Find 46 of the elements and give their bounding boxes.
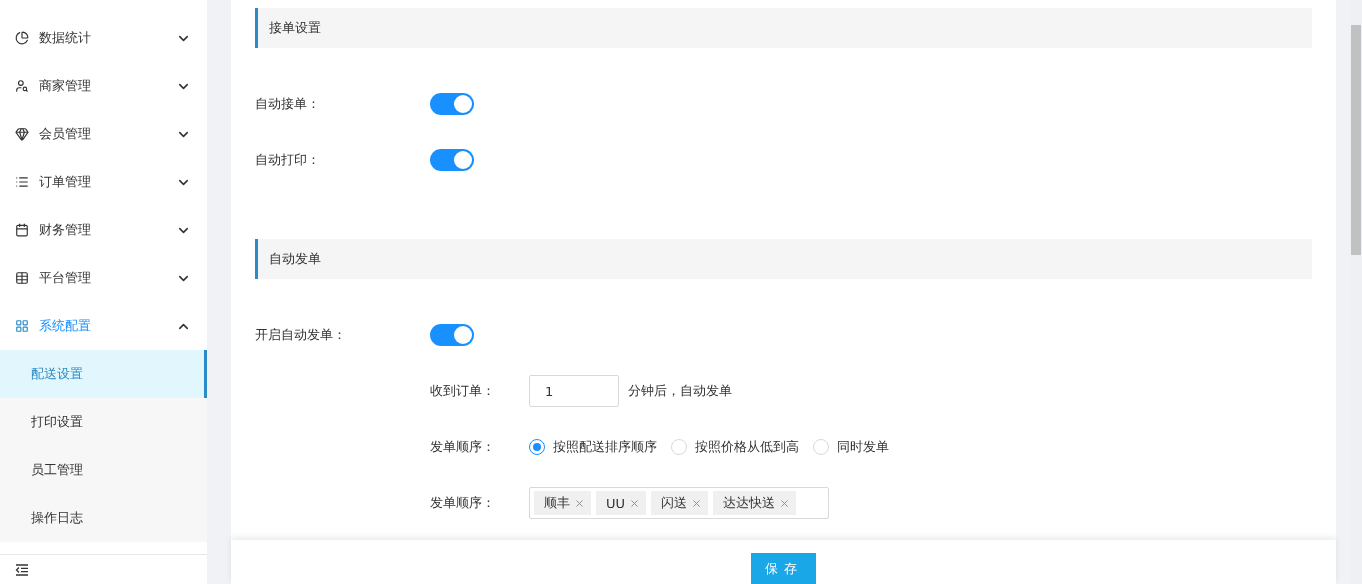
calendar-icon [15, 223, 29, 237]
list-icon [15, 175, 29, 189]
radio-label: 按照价格从低到高 [695, 438, 799, 456]
radio-option[interactable]: 按照配送排序顺序 [529, 438, 657, 456]
table-icon [15, 271, 29, 285]
radio-label: 按照配送排序顺序 [553, 438, 657, 456]
close-icon[interactable] [691, 497, 703, 509]
submenu-item[interactable]: 配送设置 [0, 350, 207, 398]
section-header: 接单设置 [255, 8, 1312, 48]
close-icon[interactable] [629, 497, 641, 509]
sidebar-item[interactable]: 财务管理 [0, 206, 207, 254]
pie-chart-icon [15, 31, 29, 45]
field-label: 收到订单： [430, 382, 496, 400]
field-label: 发单顺序： [430, 438, 496, 456]
radio-option[interactable]: 同时发单 [813, 438, 889, 456]
gem-icon [15, 127, 29, 141]
close-icon[interactable] [779, 497, 791, 509]
sidebar-item[interactable]: 订单管理 [0, 158, 207, 206]
field-label: 自动打印： [255, 151, 321, 169]
tag: UU [596, 491, 647, 515]
tag: 达达快送 [713, 491, 797, 515]
radio-option[interactable]: 按照价格从低到高 [671, 438, 799, 456]
sidebar-item[interactable]: 商家管理 [0, 62, 207, 110]
tag: 闪送 [651, 491, 709, 515]
close-icon[interactable] [574, 497, 585, 509]
toggle-switch[interactable] [430, 93, 474, 115]
submenu-item[interactable]: 员工管理 [0, 446, 207, 494]
user-search-icon [15, 79, 29, 93]
field-suffix: 分钟后，自动发单 [628, 382, 732, 400]
toggle-switch[interactable] [430, 149, 474, 171]
sidebar-item[interactable]: 平台管理 [0, 254, 207, 302]
field-label: 开启自动发单： [255, 326, 347, 344]
field-label: 自动接单： [255, 95, 321, 113]
submenu-item[interactable]: 打印设置 [0, 398, 207, 446]
collapse-icon[interactable] [15, 563, 29, 576]
tag-select-field[interactable]: 顺丰 UU 闪送 达达快送 [529, 487, 829, 519]
toggle-switch[interactable] [430, 324, 474, 346]
grid-icon [15, 319, 29, 333]
number-field[interactable]: 1 [529, 375, 619, 407]
section-header: 自动发单 [255, 239, 1312, 279]
submenu-item[interactable]: 操作日志 [0, 494, 207, 542]
tag: 顺丰 [534, 491, 591, 515]
sidebar-item[interactable]: 数据统计 [0, 14, 207, 62]
radio-label: 同时发单 [837, 438, 889, 456]
field-label: 发单顺序： [430, 494, 496, 512]
sidebar-item[interactable]: 会员管理 [0, 110, 207, 158]
